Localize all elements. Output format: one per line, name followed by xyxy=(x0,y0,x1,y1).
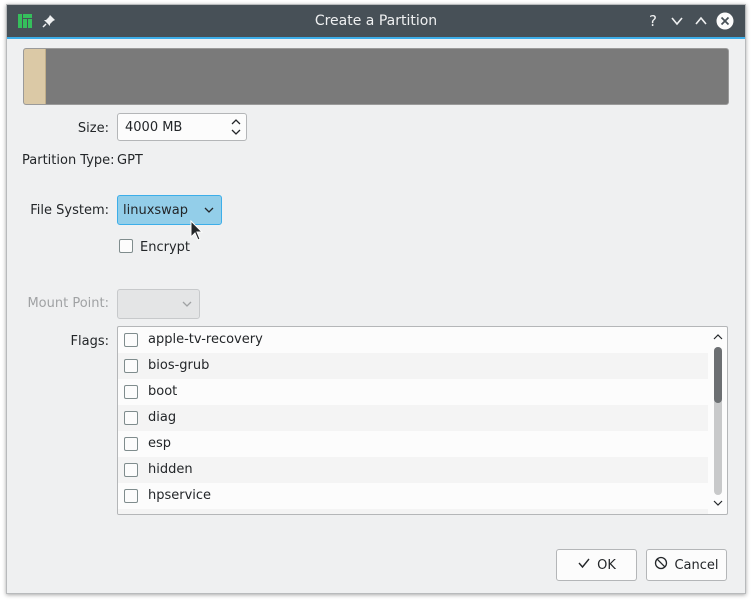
ok-label: OK xyxy=(597,557,616,573)
size-label: Size: xyxy=(77,121,109,136)
title-bar[interactable]: Create a Partition ? xyxy=(7,5,745,39)
chevron-down-icon[interactable] xyxy=(667,11,687,31)
checkmark-icon xyxy=(577,556,591,574)
flag-checkbox[interactable] xyxy=(124,385,138,399)
encrypt-checkbox[interactable] xyxy=(119,239,133,253)
close-icon[interactable] xyxy=(715,11,735,31)
flag-checkbox[interactable] xyxy=(124,359,138,373)
flags-list[interactable]: apple-tv-recovery bios-grub boot diag es… xyxy=(117,326,728,515)
scrollbar-thumb[interactable] xyxy=(714,347,722,403)
file-system-value: linuxswap xyxy=(123,203,189,218)
scroll-down-icon[interactable] xyxy=(713,499,723,507)
list-item[interactable]: hidden xyxy=(118,457,708,483)
size-value[interactable]: 4000 MB xyxy=(125,120,182,135)
cancel-label: Cancel xyxy=(674,557,719,573)
flag-label: apple-tv-recovery xyxy=(148,332,263,347)
flag-checkbox[interactable] xyxy=(124,437,138,451)
flag-checkbox[interactable] xyxy=(124,411,138,425)
chevron-down-icon xyxy=(181,298,193,314)
mount-point-label: Mount Point: xyxy=(27,296,109,311)
ok-button[interactable]: OK xyxy=(556,549,637,581)
flag-label: hpservice xyxy=(148,488,212,503)
flags-scrollbar[interactable] xyxy=(711,331,725,511)
mount-point-combobox[interactable] xyxy=(117,289,200,319)
partition-type-label: Partition Type: xyxy=(22,153,115,168)
help-icon[interactable]: ? xyxy=(643,11,663,31)
flag-label: boot xyxy=(148,384,178,399)
chevron-down-icon xyxy=(203,204,215,220)
cancel-button[interactable]: Cancel xyxy=(646,549,727,581)
list-item[interactable]: esp xyxy=(118,431,708,457)
dialog-content: Size: 4000 MB Partition Type: GPT File S… xyxy=(7,39,745,593)
encrypt-label[interactable]: Encrypt xyxy=(140,240,190,255)
file-system-combobox[interactable]: linuxswap xyxy=(117,195,222,225)
mouse-cursor-icon xyxy=(190,220,204,241)
flag-checkbox[interactable] xyxy=(124,489,138,503)
partition-type-value: GPT xyxy=(117,153,143,168)
cancel-icon xyxy=(654,556,668,574)
list-item[interactable] xyxy=(118,509,708,514)
list-item[interactable]: diag xyxy=(118,405,708,431)
new-partition-segment[interactable] xyxy=(24,49,46,104)
flag-label: diag xyxy=(148,410,177,425)
window-title: Create a Partition xyxy=(314,13,438,29)
file-system-label: File System: xyxy=(30,203,109,218)
list-item[interactable]: boot xyxy=(118,379,708,405)
flag-label: hidden xyxy=(148,462,193,477)
create-partition-dialog: Create a Partition ? Size: 4000 MB Parti… xyxy=(6,4,746,594)
size-spinbox[interactable]: 4000 MB xyxy=(117,113,247,141)
flag-label: esp xyxy=(148,436,172,451)
list-item[interactable]: hpservice xyxy=(118,483,708,509)
chevron-up-icon[interactable] xyxy=(691,11,711,31)
list-item[interactable]: apple-tv-recovery xyxy=(118,327,708,353)
list-item[interactable]: bios-grub xyxy=(118,353,708,379)
spin-arrows-icon[interactable] xyxy=(230,117,242,141)
partition-bar[interactable] xyxy=(23,48,729,105)
flag-checkbox[interactable] xyxy=(124,463,138,477)
flag-checkbox[interactable] xyxy=(124,333,138,347)
scroll-up-icon[interactable] xyxy=(713,333,723,341)
flag-label: bios-grub xyxy=(148,358,210,373)
flags-label: Flags: xyxy=(70,334,109,349)
